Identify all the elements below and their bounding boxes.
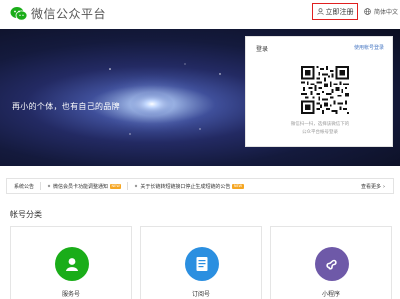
notice-item[interactable]: 关于长链转短链接口停止生成短链的公告 NEW: [134, 183, 244, 190]
notice-item[interactable]: 微信会员卡功能调整通知 NEW: [47, 183, 122, 190]
bullet-icon: [135, 184, 138, 188]
new-badge: NEW: [110, 183, 122, 189]
banner-slogan: 再小的个体，也有自己的品牌: [12, 102, 120, 111]
view-more-label: 查看更多: [360, 184, 381, 190]
divider: [40, 182, 42, 190]
account-login-link[interactable]: 使用帐号登录: [354, 44, 384, 51]
mini-program-card[interactable]: 小程序: [270, 226, 392, 299]
globe-icon: [364, 8, 371, 15]
login-hint-line1: 微信扫一扫，选择该微信下的: [290, 122, 350, 127]
register-label: 立即注册: [325, 7, 354, 16]
person-icon: [316, 8, 324, 15]
notice-item-text: 微信会员卡功能调整通知: [53, 183, 109, 190]
wechat-logo-icon: [10, 6, 28, 20]
view-more-link[interactable]: 查看更多 ›: [360, 183, 385, 191]
person-icon: [55, 247, 89, 281]
new-badge: NEW: [232, 183, 244, 189]
galaxy-illustration: [92, 63, 221, 135]
card-label: 服务号: [61, 291, 80, 298]
service-account-card[interactable]: 服务号: [10, 226, 132, 299]
logo-text: 微信公众平台: [31, 7, 107, 21]
language-selector[interactable]: 简体中文: [364, 7, 398, 16]
bullet-icon: [47, 184, 51, 188]
subscription-account-card[interactable]: 订阅号: [140, 226, 262, 299]
card-label: 订阅号: [191, 291, 210, 298]
divider: [127, 182, 129, 190]
notice-label: 系统公告: [14, 183, 35, 190]
qr-code: [301, 66, 349, 114]
document-icon: [185, 247, 219, 281]
notice-item-text: 关于长链转短链接口停止生成短链的公告: [140, 183, 231, 190]
notice-bar: 系统公告 微信会员卡功能调整通知 NEW 关于长链转短链接口停止生成短链的公告 …: [6, 178, 394, 194]
miniprogram-icon: [315, 247, 349, 281]
login-hint-line2: 公众平台帐号登录: [302, 130, 338, 135]
top-header: 微信公众平台 立即注册 简体中文: [0, 0, 400, 28]
register-button[interactable]: 立即注册: [312, 3, 358, 20]
login-title: 登录: [256, 46, 269, 53]
login-panel: 登录 使用帐号登录 微信扫一扫，选择该微信下的 公众平台帐号登录: [245, 36, 393, 147]
logo[interactable]: 微信公众平台: [10, 5, 106, 22]
chevron-right-icon: ›: [383, 183, 385, 190]
section-title: 帐号分类: [10, 210, 42, 219]
card-label: 小程序: [321, 291, 340, 298]
language-label: 简体中文: [374, 9, 399, 16]
